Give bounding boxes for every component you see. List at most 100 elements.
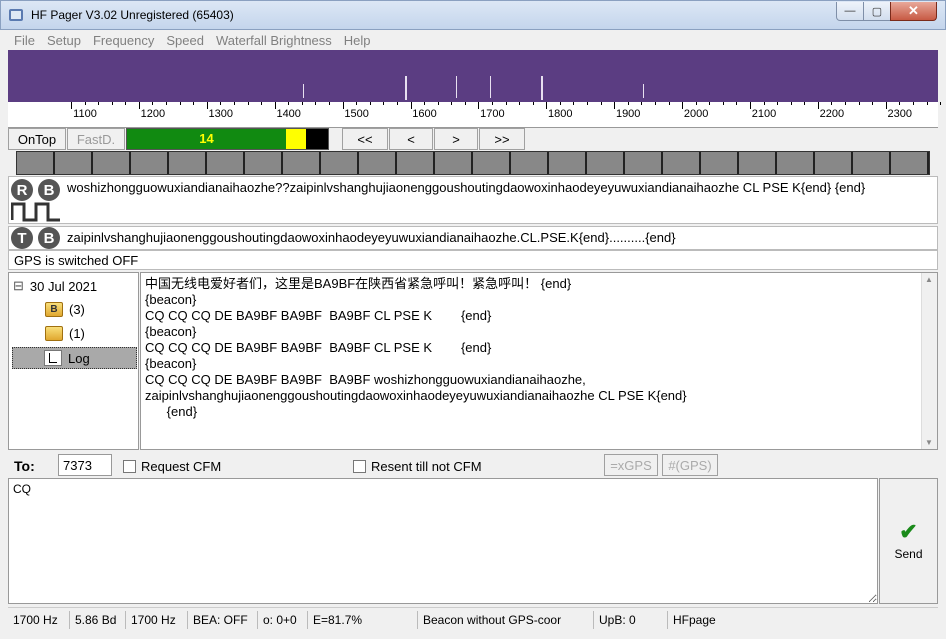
scale-minor-tick (519, 102, 521, 105)
menu-waterfall-brightness[interactable]: Waterfall Brightness (210, 33, 338, 48)
scale-minor-tick (396, 102, 398, 105)
scale-minor-tick (627, 102, 629, 105)
scale-label: 1300 (208, 108, 234, 120)
segment-cell (587, 152, 625, 174)
request-cfm-box[interactable] (123, 460, 136, 473)
transmit-badge-b: B (38, 227, 60, 249)
scale-minor-tick (193, 102, 195, 105)
status-frequency-2: 1700 Hz (126, 610, 188, 629)
scale-minor-tick (152, 102, 154, 105)
level-peak (286, 129, 306, 149)
transmit-line: T B zaipinlvshanghujiaonenggoushoutingda… (8, 226, 938, 250)
to-address-input[interactable] (58, 454, 112, 476)
waterfall-display[interactable] (8, 50, 938, 102)
segment-cell (511, 152, 549, 174)
menu-setup[interactable]: Setup (41, 33, 87, 48)
segment-cell (321, 152, 359, 174)
menu-help[interactable]: Help (338, 33, 377, 48)
nav-first-button[interactable]: << (342, 128, 388, 150)
receive-badge-b: B (38, 179, 60, 201)
gps-status-bar: GPS is switched OFF (8, 250, 938, 270)
collapse-icon[interactable]: ⊟ (13, 278, 24, 294)
signal-level-bar: 14 (126, 128, 329, 150)
send-button[interactable]: ✔ Send (879, 478, 938, 604)
menu-frequency[interactable]: Frequency (87, 33, 160, 48)
inbox-count: (1) (69, 326, 85, 341)
request-cfm-checkbox[interactable]: Request CFM (123, 459, 221, 474)
fastd-button[interactable]: FastD. (67, 128, 125, 150)
waterfall-trace (303, 84, 304, 98)
scroll-down-icon[interactable]: ▼ (925, 438, 933, 447)
receive-text: woshizhongguowuxiandianaihaozhe??zaipinl… (67, 180, 866, 195)
nav-next-button[interactable]: > (434, 128, 478, 150)
maximize-button[interactable]: ▢ (863, 2, 891, 21)
segment-cell (891, 152, 929, 174)
app-icon (9, 9, 23, 21)
log-text: 中国无线电爱好者们，这里是BA9BF在陕西省紧急呼叫！紧急呼叫！ {end} {… (145, 276, 687, 419)
scale-minor-tick (424, 102, 426, 105)
log-label: Log (68, 350, 90, 366)
scale-minor-tick (831, 102, 833, 105)
scale-minor-tick (858, 102, 860, 105)
scale-minor-tick (940, 102, 942, 105)
nav-prev-button[interactable]: < (389, 128, 433, 150)
scale-minor-tick (356, 102, 358, 105)
scale-minor-tick (84, 102, 86, 105)
resent-checkbox[interactable]: Resent till not CFM (353, 459, 482, 474)
segment-cell (17, 152, 55, 174)
beacon-count: (3) (69, 302, 85, 317)
segment-cell (625, 152, 663, 174)
segment-cell (663, 152, 701, 174)
folder-icon (45, 326, 63, 341)
menu-bar: File Setup Frequency Speed Waterfall Bri… (8, 30, 938, 50)
send-label: Send (894, 547, 923, 561)
scale-label: 1900 (615, 108, 641, 120)
message-tree[interactable]: ⊟ 30 Jul 2021 B (3) (1) Log (8, 272, 139, 450)
scale-label: 1400 (276, 108, 301, 120)
menu-speed[interactable]: Speed (160, 33, 210, 48)
scale-minor-tick (329, 102, 331, 105)
scale-label: 2100 (751, 108, 777, 120)
scale-minor-tick (288, 102, 290, 105)
scale-minor-tick (790, 102, 792, 105)
menu-file[interactable]: File (8, 33, 41, 48)
scale-label: 2300 (887, 108, 913, 120)
close-button[interactable]: ✕ (890, 2, 937, 21)
scale-minor-tick (641, 102, 643, 105)
scale-major-tick (71, 102, 72, 109)
segment-cell (359, 152, 397, 174)
window-title: HF Pager V3.02 Unregistered (65403) (31, 8, 234, 22)
waterfall-trace (541, 76, 543, 100)
scale-minor-tick (111, 102, 113, 105)
frequency-scale[interactable]: 1100 1200 1300 1400 1500 1600 1700 1800 1900 2000… (8, 102, 942, 128)
gps-button[interactable]: #(GPS) (662, 454, 718, 476)
status-gps-beacon: Beacon without GPS-coor (418, 610, 594, 629)
scale-minor-tick (247, 102, 249, 105)
tree-node-date[interactable]: ⊟ 30 Jul 2021 (13, 278, 97, 294)
compose-textarea[interactable] (8, 478, 878, 604)
ontop-button[interactable]: OnTop (8, 128, 66, 150)
scale-label: 1200 (140, 108, 166, 120)
scale-minor-tick (125, 102, 127, 105)
tree-node-log[interactable]: Log (12, 347, 137, 369)
message-log[interactable]: 中国无线电爱好者们，这里是BA9BF在陕西省紧急呼叫！紧急呼叫！ {end} {… (140, 272, 938, 450)
segment-cell (549, 152, 587, 174)
scale-minor-tick (301, 102, 303, 105)
segment-cell (245, 152, 283, 174)
tree-node-inbox[interactable]: (1) (45, 326, 85, 341)
scale-minor-tick (600, 102, 602, 105)
minimize-button[interactable]: — (836, 2, 864, 21)
scale-minor-tick (369, 102, 371, 105)
log-scrollbar[interactable]: ▲ ▼ (921, 273, 937, 449)
resent-label: Resent till not CFM (371, 459, 482, 474)
scroll-up-icon[interactable]: ▲ (925, 275, 933, 284)
receive-badge-r: R (11, 179, 33, 201)
title-bar: HF Pager V3.02 Unregistered (65403) — ▢ … (0, 0, 946, 30)
scale-minor-tick (573, 102, 575, 105)
resent-box[interactable] (353, 460, 366, 473)
xgps-button[interactable]: =xGPS (604, 454, 658, 476)
scale-minor-tick (383, 102, 385, 105)
tree-node-beacons[interactable]: B (3) (45, 302, 85, 317)
nav-last-button[interactable]: >> (479, 128, 525, 150)
segment-cell (815, 152, 853, 174)
